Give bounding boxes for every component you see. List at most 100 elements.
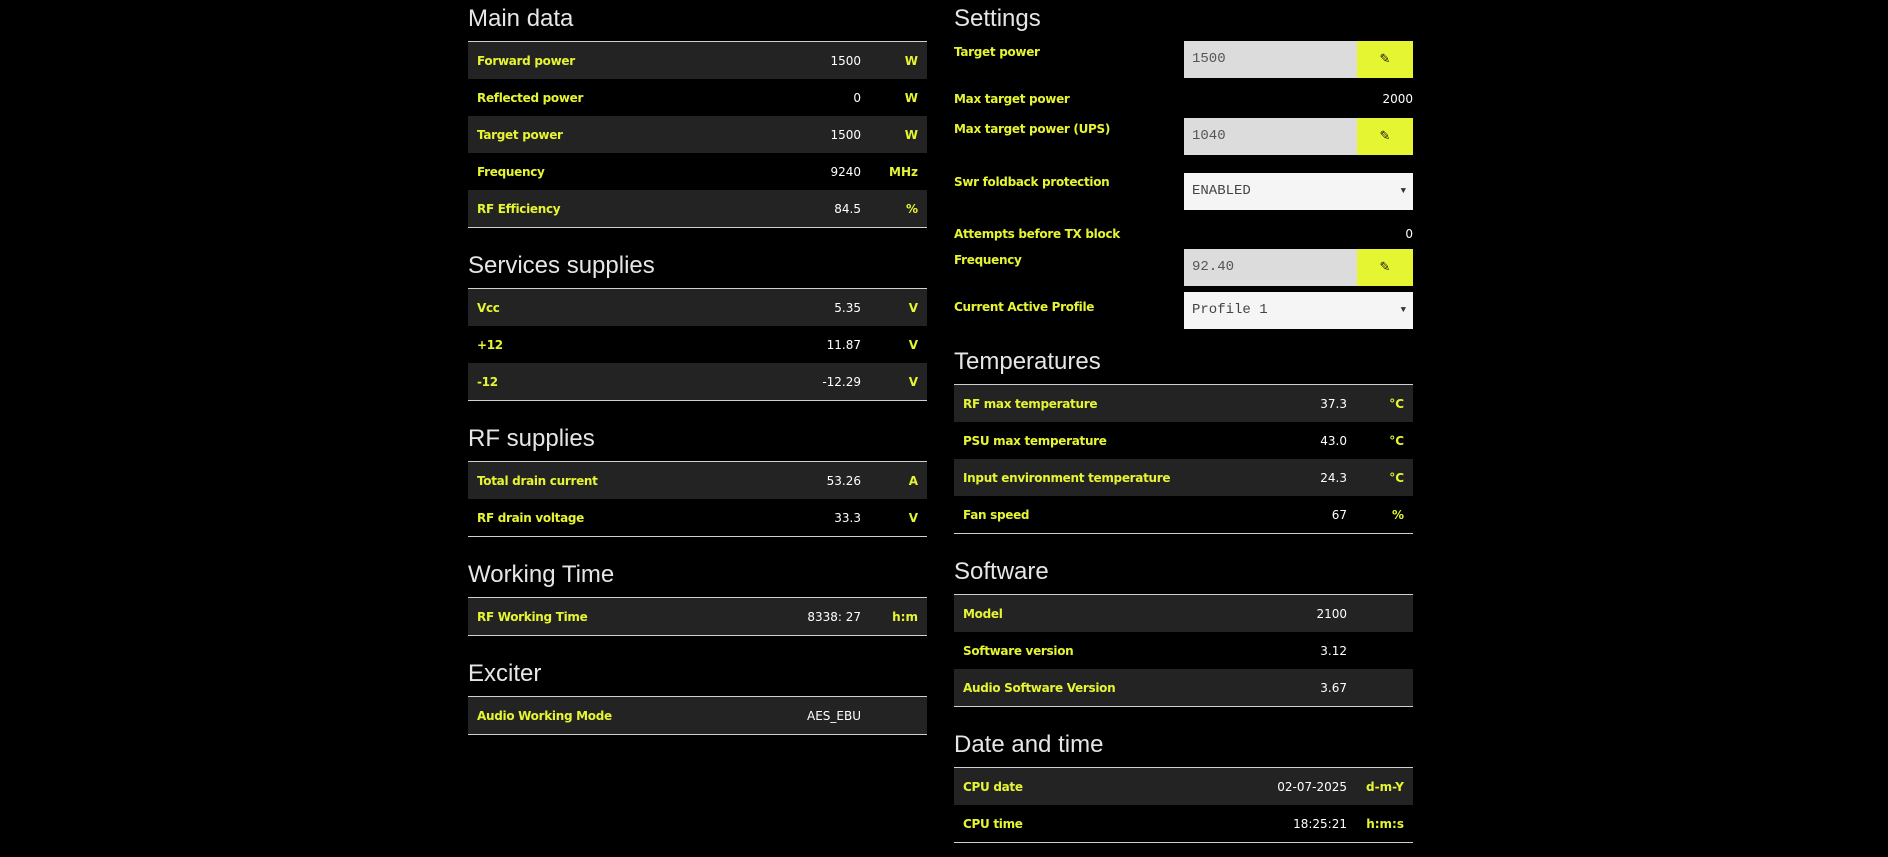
exciter-title: Exciter (468, 660, 542, 687)
table-row: Software version 3.12 (954, 632, 1413, 669)
table-row: Fan speed 67% (954, 496, 1413, 533)
row-value: 1500 (830, 127, 861, 142)
setting-value: 0 (1405, 227, 1413, 241)
setting-value: 2000 (1382, 92, 1413, 106)
table-row: +12 11.87 V (468, 326, 927, 363)
row-value: 3.67 (1320, 680, 1347, 695)
swr-foldback-select[interactable]: ENABLED ▼ (1184, 173, 1413, 210)
row-label: Frequency (477, 164, 545, 179)
row-value: 37.3 (1320, 396, 1347, 411)
row-unit: % (1391, 507, 1404, 522)
row-label: CPU date (963, 779, 1023, 794)
caret-down-icon: ▼ (1400, 186, 1406, 196)
row-unit: W (904, 90, 918, 105)
table-row: -12 -12.29 V (468, 363, 927, 400)
active-profile-select[interactable]: Profile 1 ▼ (1184, 292, 1413, 329)
row-unit: h:m (892, 609, 918, 624)
temperatures-table: RF max temperature 37.3 °C PSU max tempera… (954, 384, 1413, 534)
software-title: Software (954, 558, 1049, 585)
pencil-icon: ✎ (1379, 52, 1391, 67)
working-time-title: Working Time (468, 561, 615, 588)
setting-max-target-power-ups: Max target power (UPS) 1040 ✎ (954, 118, 1413, 159)
row-value: 5.35 (834, 300, 861, 315)
setting-label: Attempts before TX block (954, 227, 1120, 241)
table-row: Reflected power 0 W (468, 79, 927, 116)
temperatures-title: Temperatures (954, 348, 1101, 375)
row-label: Fan speed (963, 507, 1030, 522)
table-row: Model 2100 (954, 595, 1413, 632)
row-unit: d-m-Y (1366, 779, 1404, 794)
select-value: Profile 1 (1192, 302, 1268, 318)
row-value: -12.29 (822, 374, 861, 389)
row-label: RF max temperature (963, 396, 1098, 411)
table-row: Audio Working Mode AES_EBU (468, 697, 927, 734)
setting-label: Current Active Profile (954, 300, 1095, 314)
table-row: Frequency 9240 MHz (468, 153, 927, 190)
row-unit: °C (1389, 396, 1404, 411)
edit-frequency-button[interactable]: ✎ (1357, 249, 1413, 286)
pencil-icon: ✎ (1379, 129, 1391, 144)
frequency-input[interactable]: 92.40 (1184, 249, 1357, 286)
row-unit: MHz (889, 164, 918, 179)
row-value: 24.3 (1320, 470, 1347, 485)
row-value: 02-07-2025 (1277, 779, 1347, 794)
row-unit: °C (1389, 433, 1404, 448)
edit-target-power-button[interactable]: ✎ (1357, 41, 1413, 78)
row-value: AES_EBU (806, 708, 861, 723)
row-label: RF Efficiency (477, 201, 561, 216)
row-unit: W (904, 127, 918, 142)
setting-max-target-power: Max target power 2000 (954, 82, 1413, 118)
setting-swr-foldback: Swr foldback protection ENABLED ▼ (954, 159, 1413, 218)
edit-max-target-power-ups-button[interactable]: ✎ (1357, 118, 1413, 155)
max-target-power-ups-input[interactable]: 1040 (1184, 118, 1357, 155)
setting-target-power: Target power 1500 ✎ (954, 41, 1413, 82)
row-value: 2100 (1316, 606, 1347, 621)
software-table: Model 2100 Software version 3.12 Audio Sof… (954, 594, 1413, 707)
row-value: 67 (1331, 507, 1347, 522)
row-value: 0 (853, 90, 861, 105)
pencil-icon: ✎ (1379, 260, 1391, 275)
target-power-input[interactable]: 1500 (1184, 41, 1357, 78)
row-value: 3.12 (1320, 643, 1347, 658)
setting-label: Swr foldback protection (954, 175, 1110, 189)
left-column: Main data Forward power 1500 W Reflected p… (468, 0, 927, 735)
table-row: Forward power 1500 W (468, 42, 927, 79)
table-row: Total drain current 53.26 A (468, 462, 927, 499)
row-value: 9240 (830, 164, 861, 179)
row-label: Vcc (477, 300, 500, 315)
row-label: Model (963, 606, 1003, 621)
row-value: 18:25:21 (1293, 816, 1347, 831)
row-unit: % (905, 201, 918, 216)
date-time-title: Date and time (954, 731, 1104, 758)
table-row: RF max temperature 37.3 °C (954, 385, 1413, 422)
setting-label: Max target power (UPS) (954, 122, 1111, 136)
table-row: Vcc 5.35 V (468, 289, 927, 326)
row-value: 11.87 (826, 337, 861, 352)
row-value: 8338: 27 (807, 609, 861, 624)
select-value: ENABLED (1192, 183, 1251, 199)
row-unit: W (904, 53, 918, 68)
main-data-title: Main data (468, 5, 574, 32)
row-label: CPU time (963, 816, 1023, 831)
rf-supplies-title: RF supplies (468, 425, 595, 452)
table-row: Input environment temperature 24.3 °C (954, 459, 1413, 496)
table-row: Audio Software Version 3.67 (954, 669, 1413, 706)
row-value: 1500 (830, 53, 861, 68)
row-value: 53.26 (826, 473, 861, 488)
setting-label: Frequency (954, 253, 1022, 267)
row-label: Forward power (477, 53, 575, 68)
row-label: Reflected power (477, 90, 584, 105)
setting-frequency: Frequency 92.40 ✎ (954, 249, 1413, 292)
settings-title: Settings (954, 5, 1041, 32)
table-row: CPU time 18:25:21 h:m:s (954, 805, 1413, 842)
table-row: CPU date 02-07-2025 d-m-Y (954, 768, 1413, 805)
row-label: Audio Software Version (963, 680, 1116, 695)
row-unit: V (908, 510, 918, 525)
setting-label: Target power (954, 45, 1040, 59)
rf-supplies-table: Total drain current 53.26 A RF drain volta… (468, 461, 927, 537)
working-time-table: RF Working Time 8338: 27 h:m (468, 597, 927, 636)
setting-active-profile: Current Active Profile Profile 1 ▼ (954, 292, 1413, 335)
row-unit: V (908, 374, 918, 389)
table-row: Target power 1500 W (468, 116, 927, 153)
row-unit: °C (1389, 470, 1404, 485)
